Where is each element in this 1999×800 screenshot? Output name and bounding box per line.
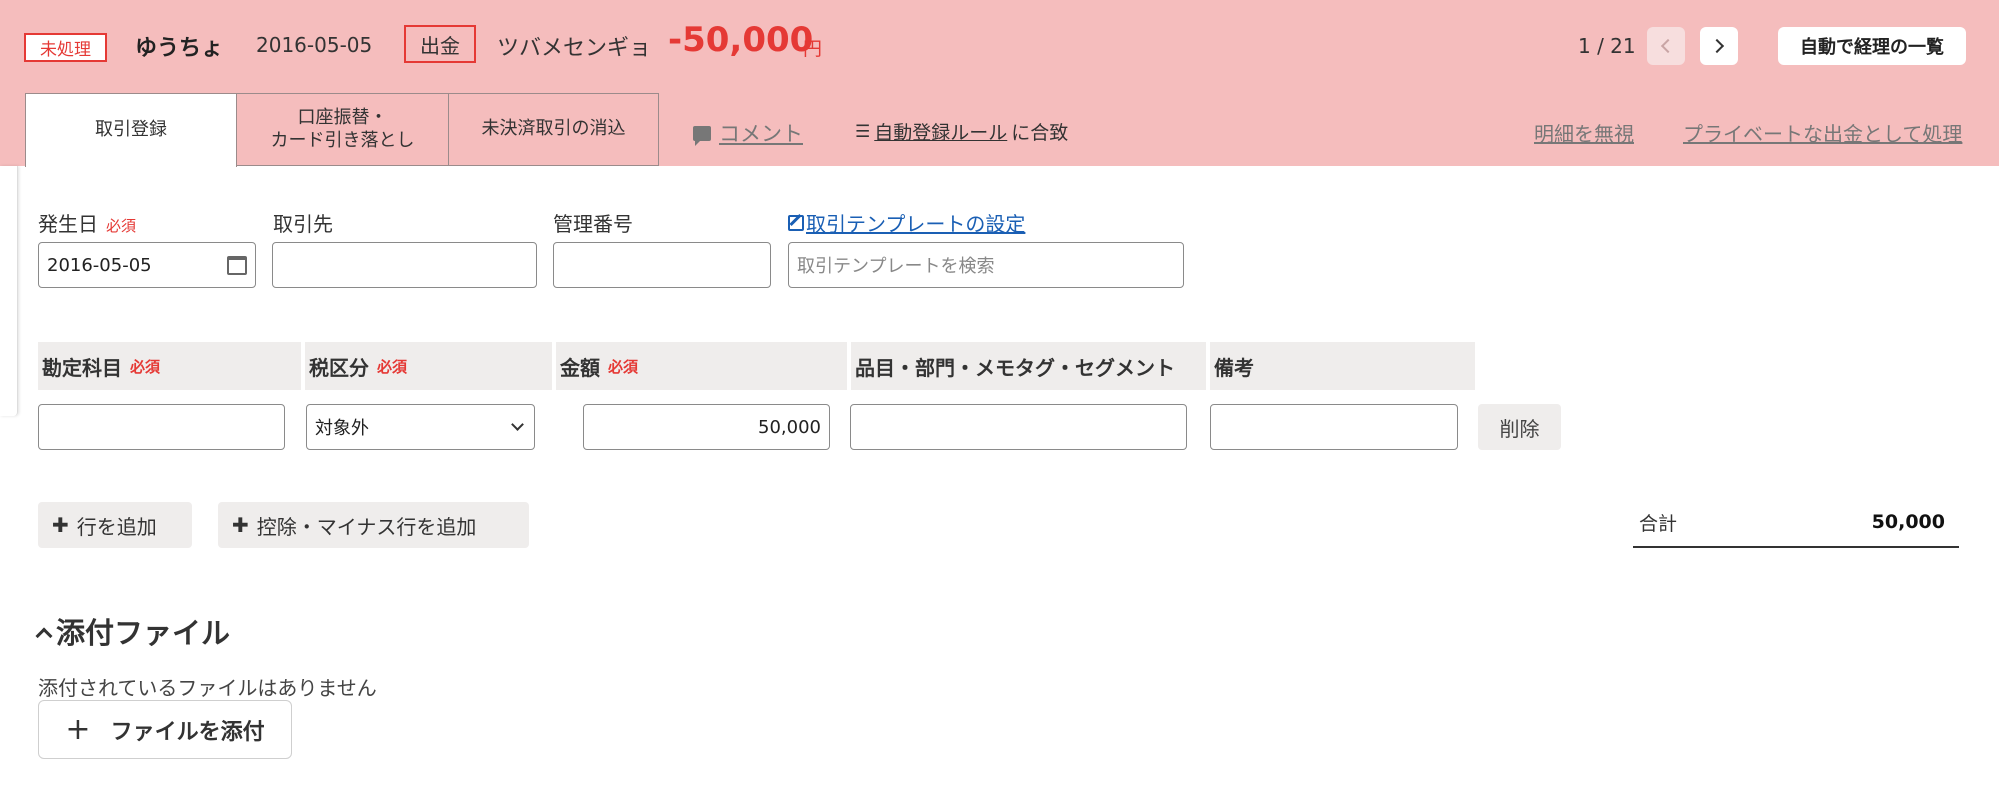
bank-name: ゆうちょ — [135, 36, 224, 61]
management-number-input[interactable] — [553, 242, 771, 288]
side-panel-edge — [0, 166, 18, 416]
auto-rule-link[interactable]: 自動登録ルール — [874, 118, 1007, 145]
auto-accounting-list-button[interactable]: 自動で経理の一覧 — [1778, 27, 1966, 65]
memo-input[interactable] — [1210, 404, 1458, 450]
chevron-left-icon — [1660, 38, 1676, 54]
management-number-label: 管理番号 — [553, 212, 633, 236]
status-badge: 未処理 — [24, 33, 107, 62]
date-value: 2016-05-05 — [47, 254, 152, 276]
rule-suffix: に合致 — [1011, 122, 1069, 144]
add-row-label: 行を追加 — [76, 514, 157, 539]
account-input[interactable] — [38, 404, 285, 450]
header-tax: 税区分 必須 — [305, 342, 552, 390]
tab-account-transfer[interactable]: 口座振替・ カード引き落とし — [236, 93, 449, 166]
pager-indicator: 1 / 21 — [1578, 34, 1636, 58]
items-input[interactable] — [850, 404, 1187, 450]
total-label: 合計 — [1639, 512, 1678, 535]
header-tax-text: 税区分 — [309, 355, 369, 380]
transaction-amount: -50,000 — [668, 20, 814, 60]
plus-icon: ✚ — [52, 513, 69, 537]
matched-rule-info: ☰ 自動登録ルール に合致 — [855, 118, 1068, 145]
tab-label: 未決済取引の消込 — [481, 118, 626, 140]
transaction-date: 2016-05-05 — [256, 33, 373, 57]
amount-input[interactable]: 50,000 — [583, 404, 830, 450]
comment-icon — [693, 125, 711, 146]
date-label: 発生日 必須 — [38, 208, 136, 237]
required-mark: 必須 — [106, 217, 137, 235]
partner-label: 取引先 — [273, 212, 333, 236]
required-mark: 必須 — [377, 357, 408, 376]
comment-link[interactable]: コメント — [693, 118, 803, 148]
tab-label: 取引登録 — [95, 119, 167, 141]
chevron-up-icon — [35, 627, 53, 645]
comment-label: コメント — [719, 122, 803, 146]
header-amount: 金額 必須 — [556, 342, 847, 390]
template-search-input[interactable]: 取引テンプレートを検索 — [788, 242, 1184, 288]
delete-row-button[interactable]: 削除 — [1478, 404, 1561, 450]
currency-unit: 円 — [803, 38, 823, 60]
add-deduction-label: 控除・マイナス行を追加 — [256, 514, 477, 539]
next-page-button[interactable] — [1700, 27, 1738, 65]
header-account-text: 勘定科目 — [42, 355, 122, 380]
tab-transaction-registration[interactable]: 取引登録 — [25, 93, 237, 167]
total-summary: 合計 50,000 — [1633, 498, 1959, 548]
transaction-type-badge: 出金 — [404, 25, 476, 63]
tax-selected-value: 対象外 — [315, 418, 369, 439]
chevron-right-icon — [1709, 38, 1725, 54]
date-input[interactable]: 2016-05-05 — [38, 242, 256, 288]
header-memo: 備考 — [1210, 342, 1475, 390]
plus-icon: + — [65, 712, 91, 747]
required-mark: 必須 — [608, 357, 639, 376]
header-account: 勘定科目 必須 — [38, 342, 301, 390]
partner-input[interactable] — [272, 242, 537, 288]
attachments-empty-message: 添付されているファイルはありません — [38, 676, 377, 700]
required-mark: 必須 — [130, 357, 161, 376]
add-deduction-row-button[interactable]: ✚ 控除・マイナス行を追加 — [218, 502, 529, 548]
attach-file-label: ファイルを添付 — [110, 719, 265, 745]
payee-name: ツバメセンギョ — [497, 36, 652, 61]
template-settings-link[interactable]: 取引テンプレートの設定 — [788, 208, 1025, 237]
tab-label: 口座振替・ カード引き落とし — [270, 107, 415, 151]
plus-icon: ✚ — [232, 513, 249, 537]
prev-page-button[interactable] — [1647, 27, 1685, 65]
tab-unsettled-clearing[interactable]: 未決済取引の消込 — [448, 93, 659, 166]
header-amount-text: 金額 — [560, 355, 600, 380]
header-items: 品目・部門・メモタグ・セグメント — [851, 342, 1206, 390]
attach-file-button[interactable]: + ファイルを添付 — [38, 700, 292, 759]
chevron-down-icon — [511, 418, 524, 431]
edit-icon — [788, 214, 804, 231]
rule-list-icon: ☰ — [855, 121, 871, 142]
template-settings-label: 取引テンプレートの設定 — [806, 212, 1026, 236]
attachments-toggle[interactable]: 添付ファイル — [35, 610, 231, 652]
calendar-icon[interactable] — [227, 255, 247, 275]
transaction-header: 未処理 ゆうちょ 2016-05-05 出金 ツバメセンギョ -50,000 円… — [0, 0, 1999, 167]
attachments-title: 添付ファイル — [56, 616, 231, 650]
private-expense-link[interactable]: プライベートな出金として処理 — [1683, 118, 1962, 147]
add-row-button[interactable]: ✚ 行を追加 — [38, 502, 192, 548]
total-value: 50,000 — [1871, 511, 1945, 533]
tax-select[interactable]: 対象外 — [306, 404, 535, 450]
ignore-statement-link[interactable]: 明細を無視 — [1534, 118, 1634, 147]
date-label-text: 発生日 — [38, 212, 98, 236]
